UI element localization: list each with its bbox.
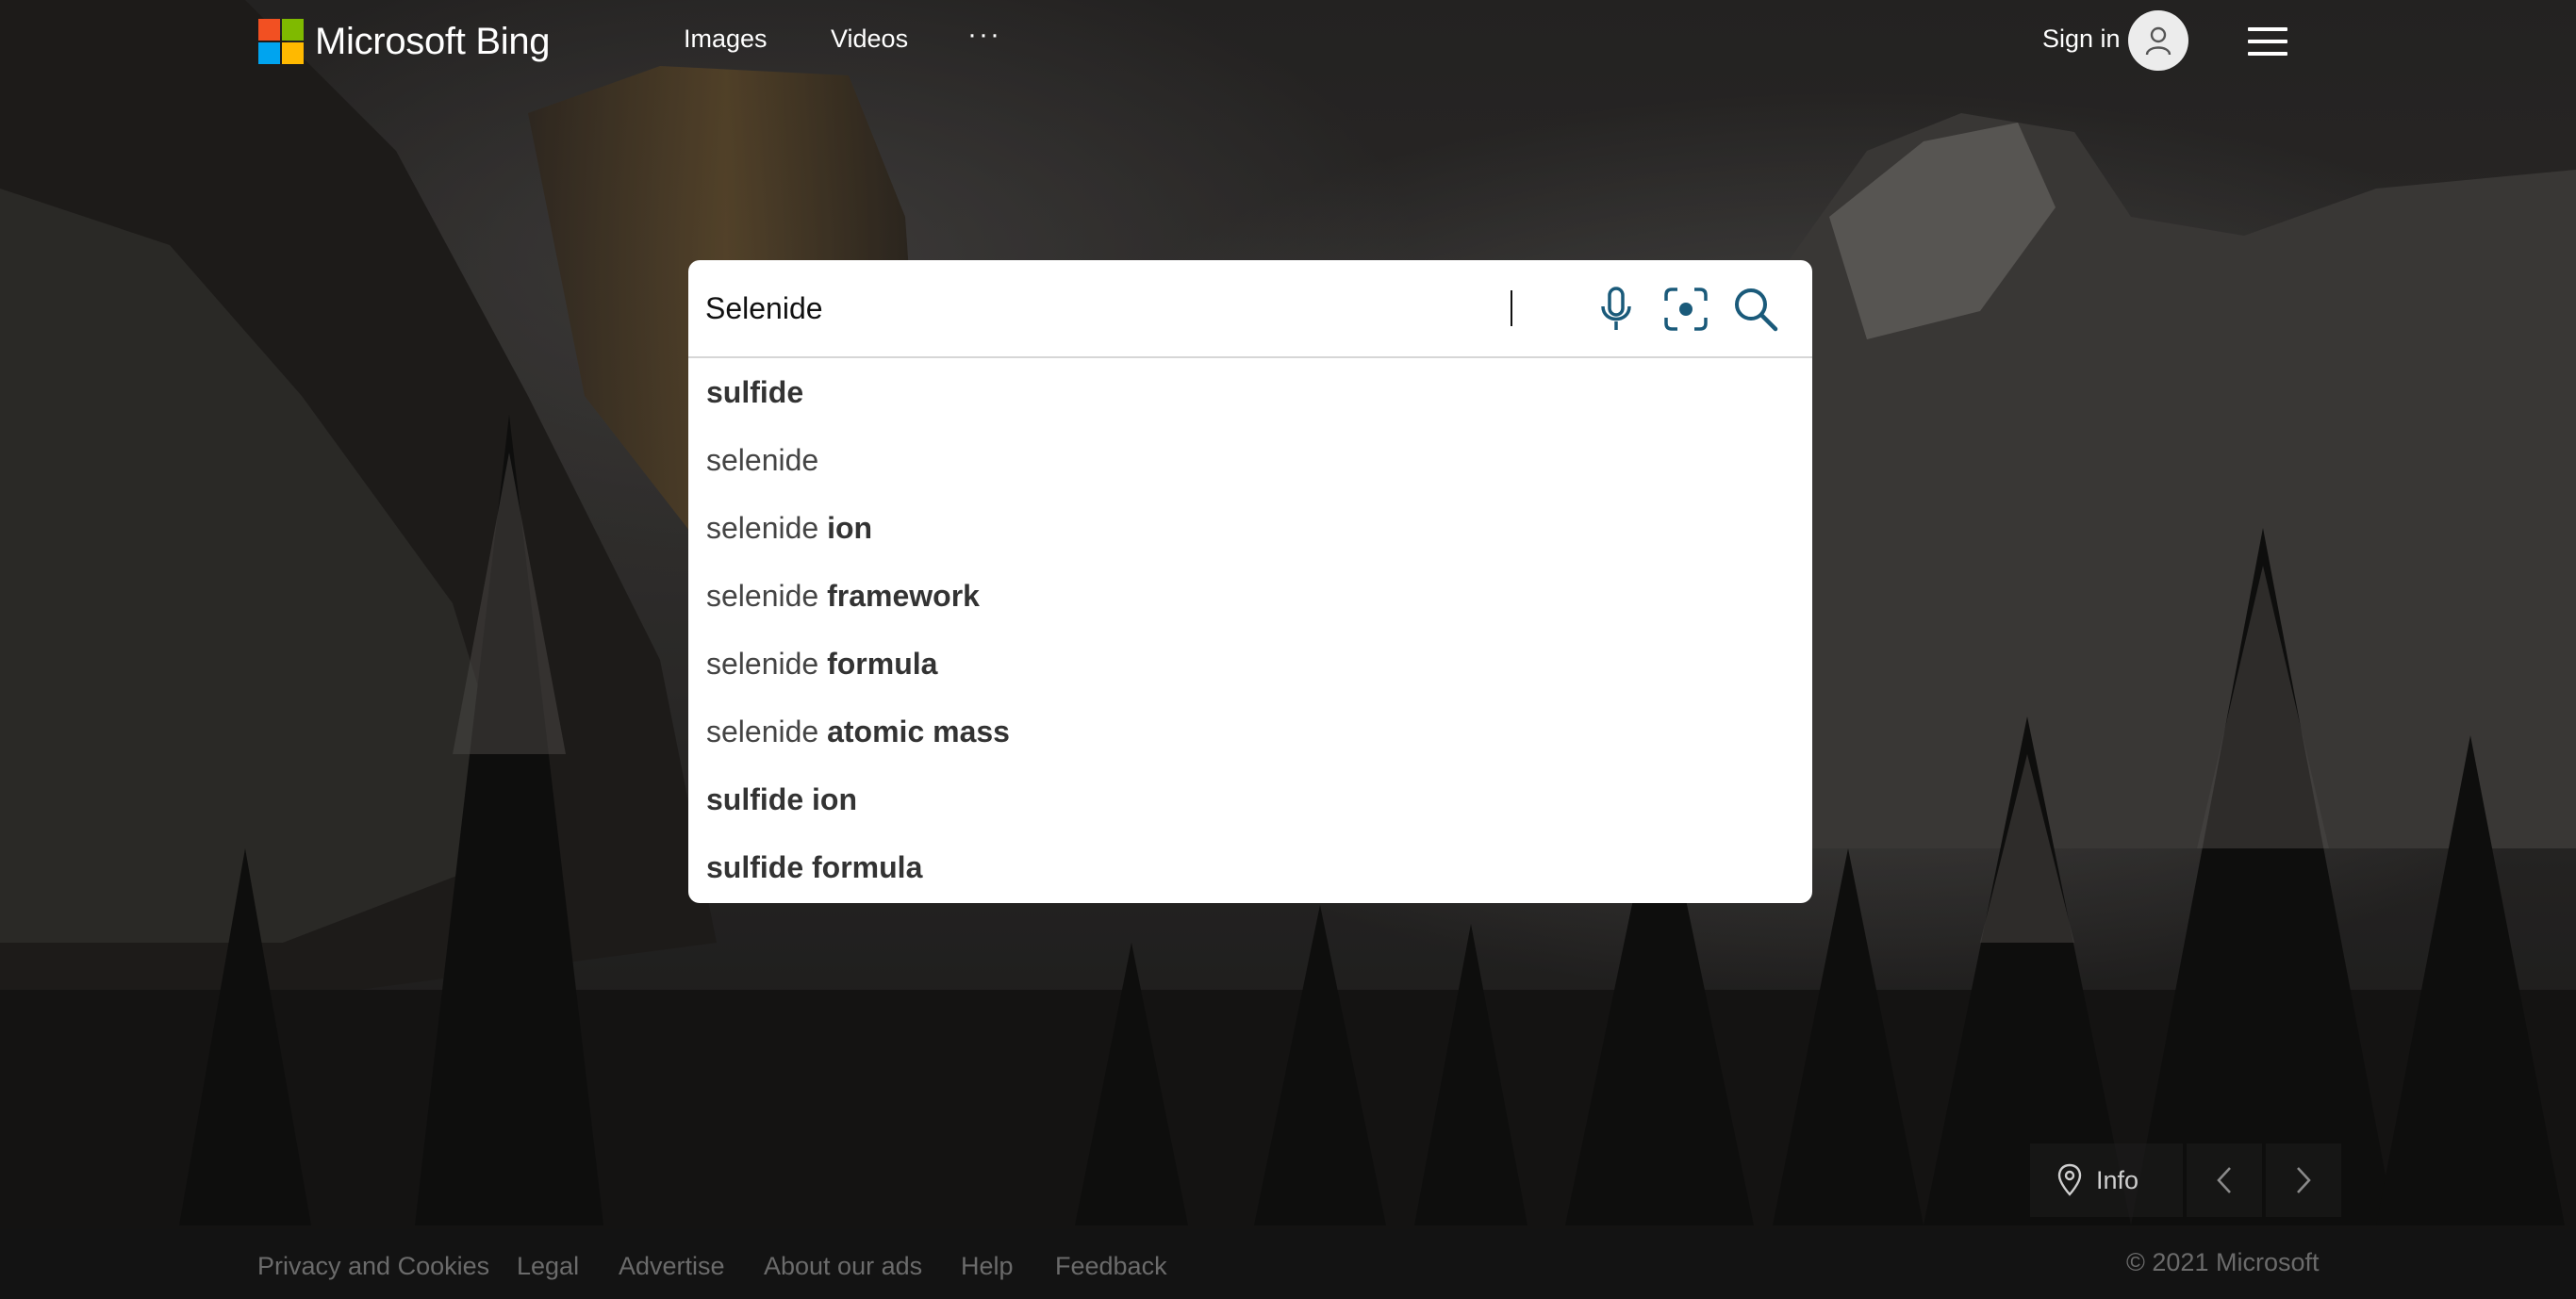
bing-homepage: Microsoft Bing Images Videos ··· Sign in [0, 0, 2576, 1299]
chevron-right-icon [2297, 1167, 2311, 1193]
microsoft-logo-icon [258, 19, 304, 64]
nav-images-link[interactable]: Images [684, 25, 768, 54]
brand-name: Microsoft Bing [315, 20, 551, 62]
hamburger-menu-button[interactable] [2248, 27, 2287, 56]
nav-videos-link[interactable]: Videos [831, 25, 908, 54]
suggestion-completion: formula [827, 647, 938, 681]
suggestion-completion: sulfide formula [706, 850, 923, 884]
suggestion-completion: ion [827, 511, 873, 545]
suggestion-item[interactable]: selenide ion [688, 494, 1812, 562]
footer-link-advertise[interactable]: Advertise [619, 1252, 725, 1281]
search-icon [1735, 288, 1778, 332]
top-header: Microsoft Bing Images Videos ··· Sign in [0, 0, 2576, 85]
suggestion-prefix: selenide [706, 647, 828, 681]
suggestion-item[interactable]: sulfide [688, 358, 1812, 426]
search-button[interactable] [1731, 285, 1780, 334]
suggestion-prefix: selenide [706, 443, 819, 477]
suggestion-prefix: selenide [706, 511, 828, 545]
hamburger-line [2248, 40, 2287, 43]
bing-logo[interactable]: Microsoft Bing [258, 18, 551, 65]
search-box [688, 260, 1812, 358]
avatar[interactable] [2128, 10, 2188, 71]
location-pin-icon [2057, 1163, 2082, 1196]
footer-link-legal[interactable]: Legal [517, 1252, 579, 1281]
suggestion-prefix: selenide [706, 715, 828, 748]
next-image-button[interactable] [2266, 1143, 2341, 1217]
suggestion-item[interactable]: sulfide formula [688, 833, 1812, 901]
copyright-text: © 2021 Microsoft [2126, 1248, 2320, 1276]
previous-image-button[interactable] [2187, 1143, 2262, 1217]
footer-link-about-ads[interactable]: About our ads [764, 1252, 922, 1281]
autosuggest-list: sulfide selenide selenide ion selenide f… [688, 358, 1812, 903]
voice-search-button[interactable] [1592, 285, 1641, 334]
logo-square-green [282, 19, 304, 41]
footer-link-feedback[interactable]: Feedback [1055, 1252, 1167, 1281]
footer-link-help[interactable]: Help [961, 1252, 1014, 1281]
footer-link-privacy[interactable]: Privacy and Cookies [257, 1252, 489, 1281]
footer: Privacy and Cookies Legal Advertise Abou… [0, 1229, 2576, 1299]
chevron-left-icon [2217, 1167, 2231, 1193]
user-icon [2145, 26, 2171, 56]
search-input[interactable] [705, 283, 1554, 334]
image-info-button[interactable]: Info [2030, 1143, 2183, 1217]
text-caret [1511, 290, 1512, 326]
logo-square-red [258, 19, 280, 41]
suggestion-item[interactable]: selenide formula [688, 630, 1812, 698]
suggestion-item[interactable]: selenide framework [688, 562, 1812, 630]
logo-square-blue [258, 42, 280, 64]
suggestion-prefix: selenide [706, 579, 828, 613]
suggestion-item[interactable]: selenide atomic mass [688, 698, 1812, 765]
visual-search-button[interactable] [1661, 285, 1710, 334]
suggestion-item[interactable]: sulfide ion [688, 765, 1812, 833]
suggestion-completion: atomic mass [827, 715, 1010, 748]
suggestion-completion: sulfide ion [706, 782, 857, 816]
microphone-icon [1601, 287, 1631, 330]
info-label: Info [2096, 1165, 2139, 1194]
hamburger-line [2248, 52, 2287, 56]
hamburger-line [2248, 27, 2287, 31]
suggestion-item[interactable]: selenide [688, 426, 1812, 494]
visual-search-icon [1664, 288, 1708, 331]
suggestion-completion: framework [827, 579, 980, 613]
logo-square-yellow [282, 42, 304, 64]
more-menu-button[interactable]: ··· [967, 19, 1001, 51]
sign-in-link[interactable]: Sign in [2042, 25, 2121, 54]
suggestion-completion: sulfide [706, 375, 804, 409]
